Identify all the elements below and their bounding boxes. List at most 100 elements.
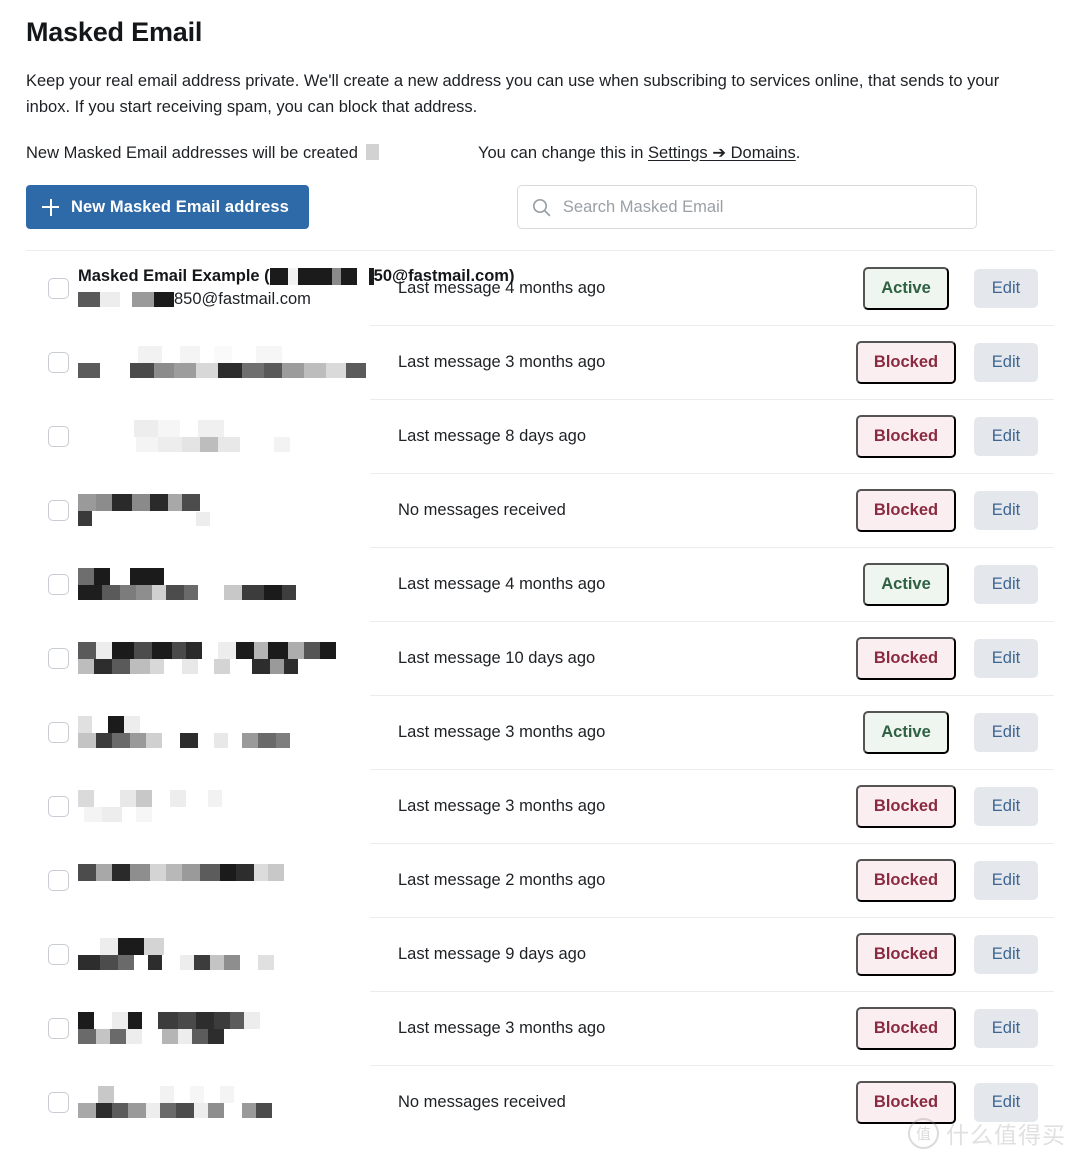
edit-cell: Edit	[960, 621, 1054, 695]
status-cell: Blocked	[852, 473, 960, 547]
search-input[interactable]	[560, 196, 962, 218]
status-cell: Blocked	[852, 1065, 960, 1139]
edit-button[interactable]: Edit	[973, 490, 1039, 530]
status-cell: Blocked	[852, 843, 960, 917]
settings-domains-link[interactable]: Settings ➔ Domains	[648, 144, 796, 162]
masked-email-identity	[78, 1065, 370, 1139]
masked-email-title	[78, 1012, 370, 1029]
masked-email-address: 850@fastmail.com	[78, 288, 370, 311]
masked-email-title	[78, 716, 370, 733]
status-badge[interactable]: Active	[863, 266, 949, 310]
redacted-text-blocks	[78, 1103, 272, 1118]
redacted-text-blocks	[98, 1086, 370, 1103]
masked-email-identity	[78, 399, 370, 473]
last-message-status: Last message 2 months ago	[398, 870, 606, 889]
status-badge[interactable]: Active	[863, 710, 949, 754]
masked-email-title	[78, 642, 370, 659]
masked-email-address	[78, 807, 370, 822]
masked-email-address	[78, 955, 370, 970]
edit-button[interactable]: Edit	[973, 1082, 1039, 1122]
masked-email-title	[78, 938, 370, 955]
row-checkbox[interactable]	[48, 647, 69, 669]
masked-email-address	[78, 733, 370, 748]
edit-button[interactable]: Edit	[973, 638, 1039, 678]
row-checkbox[interactable]	[48, 351, 69, 373]
redacted-text-blocks	[78, 790, 370, 807]
status-badge[interactable]: Blocked	[855, 488, 957, 532]
new-masked-email-button[interactable]: New Masked Email address	[26, 185, 309, 229]
status-badge[interactable]: Blocked	[855, 1080, 957, 1124]
status-cell: Blocked	[852, 621, 960, 695]
last-message-status: Last message 8 days ago	[398, 426, 587, 445]
status-badge[interactable]: Blocked	[855, 414, 957, 458]
redacted-text-blocks	[134, 420, 370, 437]
row-checkbox[interactable]	[48, 1091, 69, 1113]
row-checkbox[interactable]	[48, 1017, 69, 1039]
search-icon	[532, 198, 551, 216]
row-checkbox[interactable]	[48, 573, 69, 595]
status-badge[interactable]: Blocked	[855, 932, 957, 976]
row-checkbox[interactable]	[48, 277, 69, 299]
masked-email-title: Masked Email Example (50@fastmail.com)	[78, 267, 515, 285]
edit-button[interactable]: Edit	[973, 268, 1039, 308]
edit-button[interactable]: Edit	[973, 564, 1039, 604]
creation-domain-label-group: New Masked Email addresses will be creat…	[26, 142, 379, 163]
edit-cell: Edit	[960, 695, 1054, 769]
row-select-cell	[26, 473, 78, 547]
masked-email-title	[78, 346, 370, 363]
last-message-status: Last message 9 days ago	[398, 944, 587, 963]
redacted-text-blocks	[84, 807, 152, 822]
status-badge[interactable]: Blocked	[855, 1006, 957, 1050]
creation-domain-row: New Masked Email addresses will be creat…	[26, 142, 1054, 163]
edit-cell: Edit	[960, 325, 1054, 399]
status-badge[interactable]: Blocked	[855, 784, 957, 828]
page-title: Masked Email	[26, 17, 203, 47]
edit-button[interactable]: Edit	[973, 786, 1039, 826]
status-badge[interactable]: Blocked	[855, 340, 957, 384]
table-row: Last message 2 months ago Blocked Edit	[26, 843, 1054, 917]
status-badge[interactable]: Blocked	[855, 636, 957, 680]
row-checkbox[interactable]	[48, 943, 69, 965]
table-row: Last message 8 days ago Blocked Edit	[26, 399, 1054, 473]
redacted-text-blocks	[100, 938, 370, 955]
row-select-cell	[26, 695, 78, 769]
row-checkbox[interactable]	[48, 425, 69, 447]
table-row: No messages received Blocked Edit	[26, 1065, 1054, 1139]
redacted-text-blocks	[196, 511, 210, 526]
action-bar: New Masked Email address	[26, 185, 1054, 229]
table-row: Last message 4 months ago Active Edit	[26, 547, 1054, 621]
redacted-text-blocks	[78, 733, 290, 748]
redacted-text-blocks	[78, 585, 296, 600]
page-description: Keep your real email address private. We…	[26, 72, 1000, 116]
masked-email-identity	[78, 473, 370, 547]
edit-button[interactable]: Edit	[973, 934, 1039, 974]
masked-email-title	[78, 790, 370, 807]
row-select-cell	[26, 917, 78, 991]
masked-email-page: Masked Email Keep your real email addres…	[0, 0, 1080, 1156]
edit-cell: Edit	[960, 399, 1054, 473]
status-badge[interactable]: Blocked	[855, 858, 957, 902]
search-box[interactable]	[516, 185, 977, 229]
row-checkbox[interactable]	[48, 721, 69, 743]
change-domain-note: You can change this in Settings ➔ Domain…	[478, 143, 800, 163]
status-cell: Blocked	[852, 325, 960, 399]
edit-button[interactable]: Edit	[973, 342, 1039, 382]
edit-button[interactable]: Edit	[973, 1008, 1039, 1048]
redacted-text-blocks	[106, 346, 370, 363]
edit-button[interactable]: Edit	[973, 416, 1039, 456]
masked-email-identity	[78, 325, 370, 399]
plus-icon	[42, 198, 59, 216]
table-row: Last message 3 months ago Blocked Edit	[26, 991, 1054, 1065]
redacted-text-blocks	[78, 494, 370, 511]
row-checkbox[interactable]	[48, 499, 69, 521]
redacted-text-blocks	[78, 1029, 224, 1044]
edit-button[interactable]: Edit	[973, 860, 1039, 900]
row-checkbox[interactable]	[48, 869, 69, 891]
row-select-cell	[26, 399, 78, 473]
status-badge[interactable]: Active	[863, 562, 949, 606]
row-checkbox[interactable]	[48, 795, 69, 817]
edit-cell: Edit	[960, 1065, 1054, 1139]
status-cell: Active	[852, 547, 960, 621]
edit-button[interactable]: Edit	[973, 712, 1039, 752]
table-row: Last message 9 days ago Blocked Edit	[26, 917, 1054, 991]
